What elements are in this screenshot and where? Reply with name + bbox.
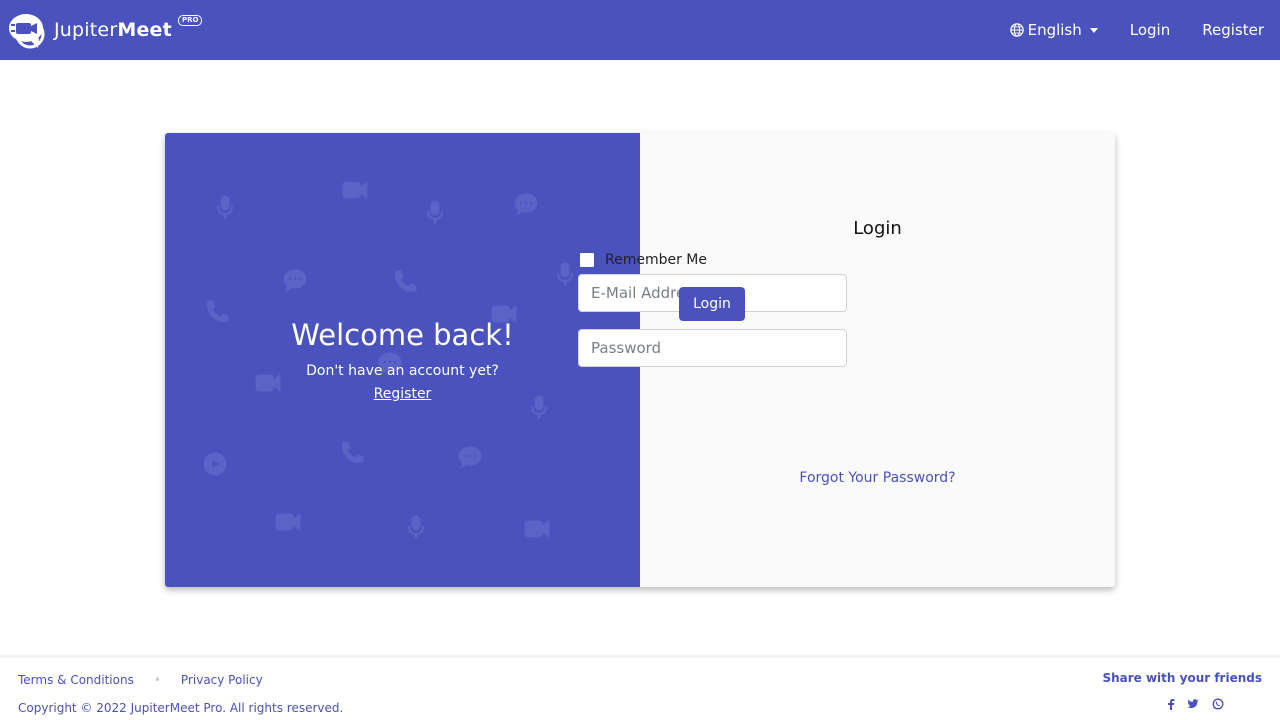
footer-separator: • — [153, 673, 161, 687]
terms-link[interactable]: Terms & Conditions — [18, 673, 134, 687]
brand-pro-badge: PRO — [178, 15, 203, 26]
login-submit-button[interactable]: Login — [679, 287, 745, 321]
microphone-icon — [557, 262, 573, 286]
brand-logo-link[interactable]: JupiterMeet PRO — [8, 10, 203, 50]
remember-me-checkbox[interactable] — [578, 251, 596, 269]
top-navbar: JupiterMeet PRO English Login Register — [0, 0, 1280, 60]
register-link[interactable]: Register — [374, 382, 432, 406]
remember-me-option[interactable]: Remember Me — [578, 251, 707, 269]
microphone-icon — [217, 195, 233, 219]
language-dropdown[interactable]: English — [1009, 21, 1098, 39]
phone-icon — [341, 441, 364, 463]
forgot-password-link[interactable]: Forgot Your Password? — [640, 470, 1115, 486]
nav-register-link[interactable]: Register — [1202, 21, 1264, 39]
microphone-icon — [427, 200, 443, 224]
language-label: English — [1027, 21, 1082, 39]
jupitermeet-logo-icon — [9, 14, 45, 49]
privacy-link[interactable]: Privacy Policy — [181, 673, 263, 687]
microphone-icon — [408, 515, 424, 539]
page-footer: Terms & Conditions • Privacy Policy Copy… — [0, 655, 1280, 720]
welcome-message: Welcome back! Don't have an account yet?… — [165, 317, 640, 406]
video-camera-icon — [275, 513, 301, 531]
welcome-subtitle: Don't have an account yet? — [306, 363, 499, 379]
play-icon — [203, 452, 227, 476]
chat-bubble-icon — [458, 446, 482, 469]
footer-links: Terms & Conditions • Privacy Policy — [18, 673, 263, 687]
chevron-down-icon — [1089, 27, 1098, 33]
navbar-menu: English Login Register — [1009, 0, 1264, 60]
facebook-icon[interactable] — [1165, 698, 1177, 710]
chat-bubble-icon — [514, 193, 538, 216]
chat-bubble-icon — [283, 269, 307, 292]
remember-me-label: Remember Me — [605, 252, 707, 268]
globe-icon — [1009, 23, 1024, 37]
video-camera-icon — [342, 181, 368, 199]
whatsapp-icon[interactable] — [1212, 698, 1224, 710]
twitter-icon[interactable] — [1187, 698, 1199, 710]
copyright-text: Copyright © 2022 JupiterMeet Pro. All ri… — [18, 701, 344, 715]
brand-name: JupiterMeet — [54, 19, 172, 41]
login-form-title: Login — [853, 218, 902, 239]
phone-icon — [394, 270, 417, 292]
welcome-title: Welcome back! — [291, 318, 514, 352]
nav-login-link[interactable]: Login — [1130, 21, 1170, 39]
share-title: Share with your friends — [1102, 671, 1262, 685]
password-field[interactable] — [578, 329, 847, 367]
welcome-panel: Welcome back! Don't have an account yet?… — [165, 133, 640, 587]
video-camera-icon — [524, 520, 550, 538]
